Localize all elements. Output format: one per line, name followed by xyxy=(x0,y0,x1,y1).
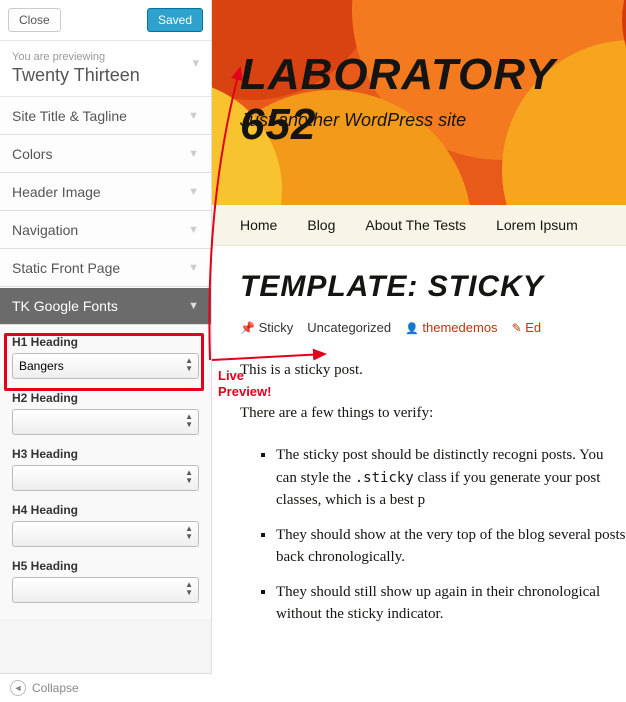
h5-font-select[interactable] xyxy=(12,577,199,603)
field-label: H1 Heading xyxy=(12,335,199,349)
chevron-down-icon: ▼ xyxy=(188,300,199,312)
site-tagline: Just another WordPress site xyxy=(240,110,466,131)
chevron-down-icon: ▼ xyxy=(188,262,199,274)
nav-about[interactable]: About The Tests xyxy=(365,217,466,233)
edit-icon: ✎ xyxy=(512,321,522,335)
main-nav: Home Blog About The Tests Lorem Ipsum xyxy=(212,205,626,246)
h3-font-select[interactable] xyxy=(12,465,199,491)
post-list: The sticky post should be distinctly rec… xyxy=(276,444,626,626)
field-h5-heading: H5 Heading ▲▼ xyxy=(12,559,199,603)
field-h2-heading: H2 Heading ▲▼ xyxy=(12,391,199,435)
field-h1-heading: H1 Heading Bangers ▲▼ xyxy=(12,335,199,379)
field-label: H2 Heading xyxy=(12,391,199,405)
person-icon: 👤 xyxy=(405,323,419,335)
chevron-down-icon: ▼ xyxy=(188,110,199,122)
author-link[interactable]: themedemos xyxy=(422,320,497,335)
field-h4-heading: H4 Heading ▲▼ xyxy=(12,503,199,547)
chevron-down-icon: ▾ xyxy=(192,55,199,71)
chevron-down-icon: ▼ xyxy=(188,148,199,160)
edit-link[interactable]: Ed xyxy=(525,320,541,335)
pin-icon: 📌 xyxy=(240,321,255,335)
nav-lorem[interactable]: Lorem Ipsum xyxy=(496,217,578,233)
sidebar-actions: Close Saved xyxy=(0,0,211,41)
site-title[interactable]: Laboratory 652 xyxy=(240,50,626,150)
chevron-down-icon: ▼ xyxy=(188,186,199,198)
previewing-label: You are previewing xyxy=(12,51,199,63)
section-static-front-page[interactable]: Static Front Page▼ xyxy=(0,249,211,287)
chevron-down-icon: ▼ xyxy=(188,224,199,236)
site-header: Laboratory 652 Just another WordPress si… xyxy=(212,0,626,205)
field-label: H4 Heading xyxy=(12,503,199,517)
theme-preview-info[interactable]: You are previewing Twenty Thirteen ▾ xyxy=(0,41,211,97)
collapse-button[interactable]: ◄ Collapse xyxy=(0,673,212,702)
nav-blog[interactable]: Blog xyxy=(307,217,335,233)
section-header-image[interactable]: Header Image▼ xyxy=(0,173,211,211)
post-content: Template: Sticky 📌 Sticky Uncategorized … xyxy=(212,246,626,626)
sticky-label: Sticky xyxy=(259,320,294,335)
h4-font-select[interactable] xyxy=(12,521,199,547)
post-paragraph: There are a few things to verify: xyxy=(240,402,626,425)
field-label: H3 Heading xyxy=(12,447,199,461)
post-title[interactable]: Template: Sticky xyxy=(240,270,626,304)
theme-name: Twenty Thirteen xyxy=(12,65,199,86)
h2-font-select[interactable] xyxy=(12,409,199,435)
customizer-sidebar: Close Saved You are previewing Twenty Th… xyxy=(0,0,212,702)
collapse-icon: ◄ xyxy=(10,680,26,696)
h1-font-select[interactable]: Bangers xyxy=(12,353,199,379)
post-meta: 📌 Sticky Uncategorized 👤 themedemos ✎ Ed xyxy=(240,320,626,335)
saved-button[interactable]: Saved xyxy=(147,8,203,32)
list-item: They should show at the very top of the … xyxy=(276,524,626,569)
list-item: They should still show up again in their… xyxy=(276,581,626,626)
section-navigation[interactable]: Navigation▼ xyxy=(0,211,211,249)
close-button[interactable]: Close xyxy=(8,8,61,32)
post-paragraph: This is a sticky post. xyxy=(240,359,626,382)
nav-home[interactable]: Home xyxy=(240,217,277,233)
list-item: The sticky post should be distinctly rec… xyxy=(276,444,626,512)
field-h3-heading: H3 Heading ▲▼ xyxy=(12,447,199,491)
category-link[interactable]: Uncategorized xyxy=(307,320,391,335)
section-site-title[interactable]: Site Title & Tagline▼ xyxy=(0,97,211,135)
field-label: H5 Heading xyxy=(12,559,199,573)
section-colors[interactable]: Colors▼ xyxy=(0,135,211,173)
section-tk-google-fonts[interactable]: TK Google Fonts▼ xyxy=(0,287,211,325)
fonts-panel: H1 Heading Bangers ▲▼ H2 Heading ▲▼ H3 H… xyxy=(0,325,211,619)
live-preview: Laboratory 652 Just another WordPress si… xyxy=(212,0,626,702)
